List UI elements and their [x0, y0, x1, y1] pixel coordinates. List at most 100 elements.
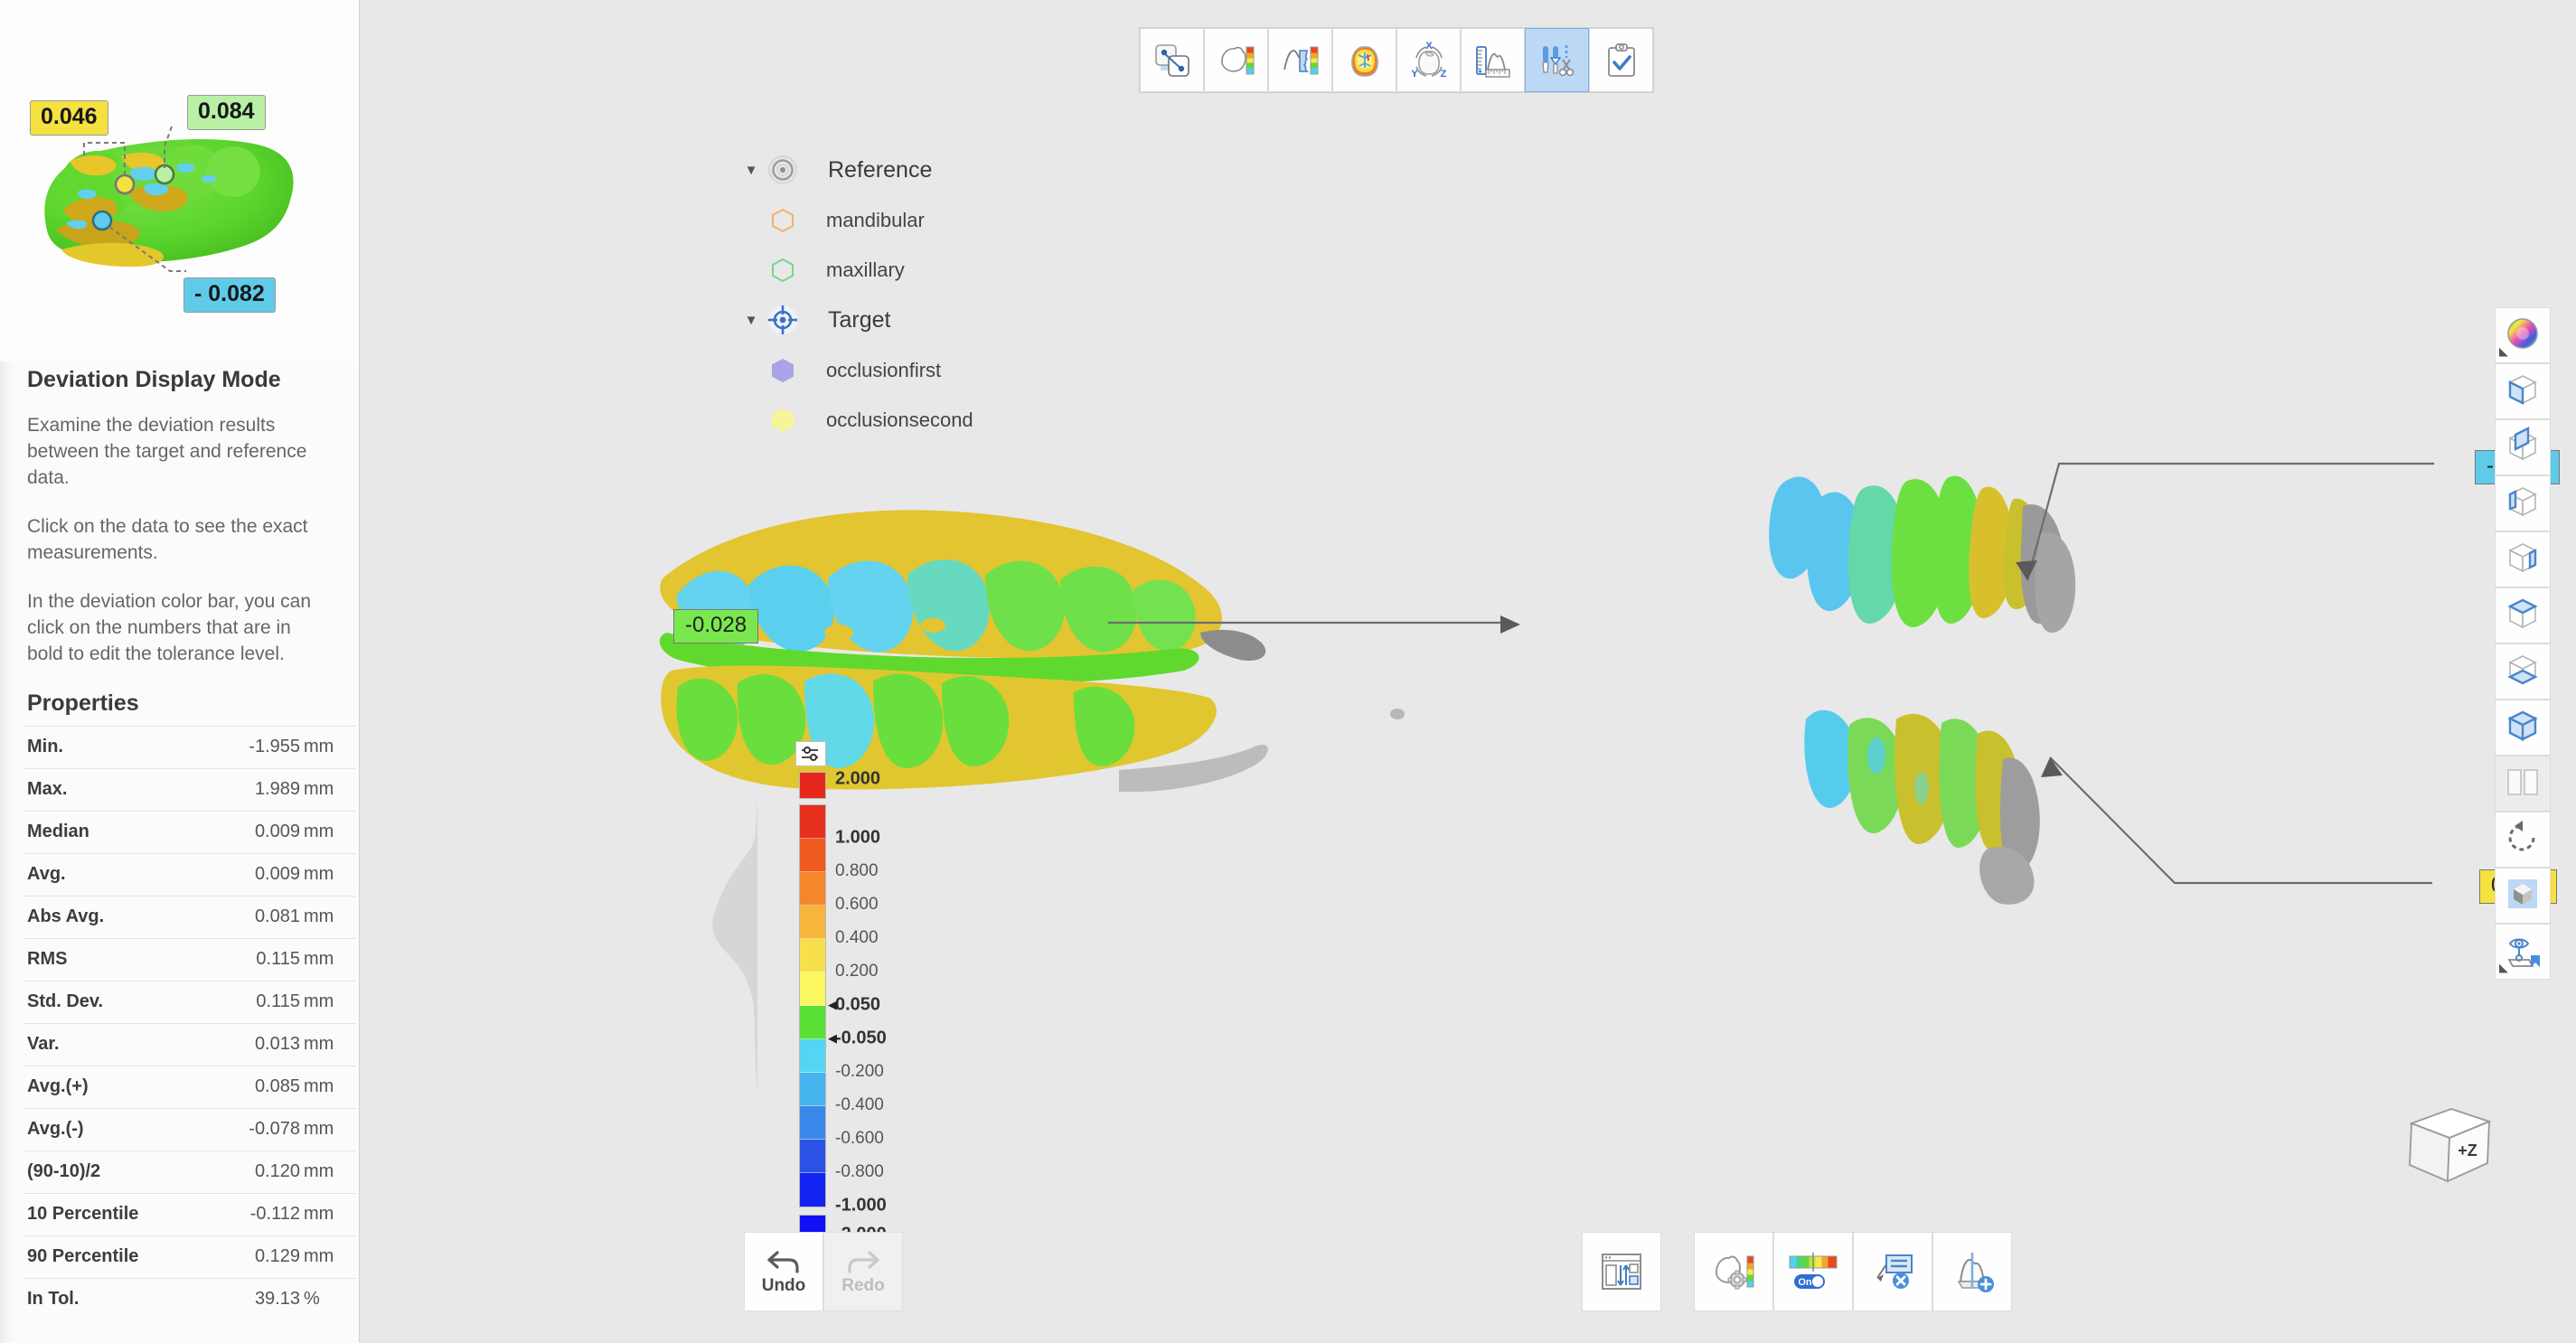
property-unit: mm — [304, 906, 334, 927]
redo-button: Redo — [823, 1232, 903, 1311]
split-view-icon-button — [2495, 756, 2551, 812]
view-right-icon-button[interactable] — [2495, 531, 2551, 587]
redo-label: Redo — [841, 1276, 885, 1295]
property-value: 1.989 mm — [196, 768, 357, 811]
colorbar-toggle-icon-button[interactable]: On — [1773, 1232, 1853, 1311]
color-wheel-icon-button[interactable] — [2495, 307, 2551, 363]
colorbar-segment[interactable] — [800, 1106, 825, 1140]
deviation-preview-panel[interactable]: 0.046 0.084 - 0.082 — [0, 0, 359, 362]
remove-annotation-icon-button[interactable] — [1853, 1232, 1932, 1311]
property-value: 0.129 mm — [196, 1235, 357, 1278]
reset-view-icon-button[interactable] — [2495, 812, 2551, 868]
svg-text:On: On — [1798, 1277, 1812, 1288]
property-unit: mm — [304, 1204, 334, 1225]
property-value: 0.013 mm — [196, 1023, 357, 1066]
property-unit: mm — [304, 864, 334, 885]
colorbar-label--0_400: -0.400 — [835, 1095, 884, 1114]
colorbar-segment[interactable] — [800, 1140, 825, 1173]
preview-tag-1[interactable]: 0.084 — [187, 95, 266, 130]
property-unit: mm — [304, 779, 334, 800]
view-bottom-icon-button[interactable] — [2495, 643, 2551, 700]
property-key: Avg.(-) — [27, 1119, 84, 1140]
colorbar-label--0_200: -0.200 — [835, 1062, 884, 1081]
property-row: Avg.(-) -0.078 mm — [24, 1108, 356, 1150]
property-row: Var. 0.013 mm — [24, 1023, 356, 1066]
colorbar-label-1_000[interactable]: 1.000 — [835, 828, 880, 849]
property-key: Abs Avg. — [27, 906, 105, 927]
preview-tag-2[interactable]: - 0.082 — [183, 277, 276, 313]
view-left-icon-button[interactable] — [2495, 475, 2551, 531]
colorbar-settings-icon-button[interactable] — [795, 741, 826, 766]
property-unit: mm — [304, 1246, 334, 1267]
left-sidebar: 0.046 0.084 - 0.082 Deviation Display Mo… — [0, 0, 360, 1343]
property-value: 0.009 mm — [196, 853, 357, 896]
colorbar-segment[interactable] — [800, 939, 825, 972]
leader-arrow-left — [1500, 615, 1520, 634]
property-key: (90-10)/2 — [27, 1161, 101, 1182]
shaded-cube-icon — [2503, 874, 2543, 918]
colorbar-segment[interactable] — [800, 972, 825, 1006]
property-row: Median 0.009 mm — [24, 811, 356, 853]
colorbar-label-max[interactable]: 2.000 — [835, 769, 880, 790]
layout-swap-icon-button[interactable] — [1582, 1232, 1661, 1311]
navigation-cube[interactable]: +Z — [2395, 1094, 2504, 1198]
colorbar-label--1_000[interactable]: -1.000 — [835, 1196, 887, 1216]
navigation-cube-icon: +Z — [2409, 1108, 2492, 1183]
colorbar-segment[interactable] — [800, 805, 825, 839]
property-unit: % — [304, 1289, 320, 1310]
shaded-cube-icon-button[interactable] — [2495, 868, 2551, 924]
layout-swap-icon — [1602, 1254, 1641, 1290]
colorbar-toggle-icon: On — [1789, 1253, 1838, 1289]
property-key: Avg.(+) — [27, 1076, 89, 1097]
colorbar-label-0_600: 0.600 — [835, 895, 879, 914]
view-front-icon — [2503, 370, 2543, 414]
property-row: In Tol. 39.13% — [24, 1278, 356, 1320]
property-row: Max. 1.989 mm — [24, 768, 356, 811]
remove-annotation-icon — [1876, 1254, 1913, 1289]
colorbar-segment[interactable] — [800, 1039, 825, 1073]
colorbar-label--0_050[interactable]: -0.050 — [835, 1028, 887, 1049]
property-row: Std. Dev. 0.115 mm — [24, 981, 356, 1023]
colorbar-top-cap[interactable] — [799, 772, 826, 799]
view-top-icon-button[interactable] — [2495, 587, 2551, 643]
colorbar-segment[interactable] — [800, 906, 825, 939]
view-left-icon — [2503, 482, 2543, 526]
property-row: 10 Percentile -0.112 mm — [24, 1193, 356, 1235]
property-row: Abs Avg. 0.081 mm — [24, 896, 356, 938]
model-right-arch — [1769, 475, 2076, 905]
property-key: Max. — [27, 779, 68, 800]
3d-scene[interactable] — [360, 0, 2576, 1343]
colorbar-label-0_050[interactable]: 0.050 — [835, 995, 880, 1016]
callout-left-lower[interactable]: -0.028 — [673, 609, 759, 643]
view-bookmark-icon-button[interactable] — [2495, 924, 2551, 980]
colorbar-segment[interactable] — [800, 839, 825, 872]
colorbar-segment[interactable] — [800, 1006, 825, 1039]
view-iso-icon-button[interactable] — [2495, 700, 2551, 756]
model-settings-icon-button[interactable] — [1694, 1232, 1773, 1311]
colorbar-segment[interactable] — [800, 872, 825, 906]
colorbar-gradient[interactable] — [799, 804, 826, 1207]
mode-description-line-3: In the deviation color bar, you can clic… — [27, 590, 312, 664]
model-left-arch — [659, 510, 1405, 793]
add-section-icon-button[interactable] — [1932, 1232, 2012, 1311]
property-unit: mm — [304, 949, 334, 970]
property-value: -0.112 mm — [196, 1193, 357, 1235]
view-back-icon-button[interactable] — [2495, 419, 2551, 475]
viewport-area[interactable]: X Y Z ▼ Reference mandibular maxillary ▼… — [360, 0, 2576, 1343]
history-controls: Undo Redo — [744, 1232, 903, 1311]
preview-tag-0[interactable]: 0.046 — [30, 100, 108, 136]
mode-description-line-2: Click on the data to see the exact measu… — [27, 515, 308, 563]
property-value: 0.081 mm — [196, 896, 357, 938]
colorbar-label-0_400: 0.400 — [835, 928, 879, 947]
undo-button[interactable]: Undo — [744, 1232, 823, 1311]
colorbar-label-0_200: 0.200 — [835, 962, 879, 981]
colorbar-segment[interactable] — [800, 1173, 825, 1207]
reset-view-icon — [2503, 818, 2543, 862]
property-value: 0.120 mm — [196, 1150, 357, 1193]
view-front-icon-button[interactable] — [2495, 363, 2551, 419]
colorbar-segment[interactable] — [800, 1073, 825, 1106]
property-unit: mm — [304, 1119, 334, 1140]
property-row: Min. -1.955 mm — [24, 726, 356, 768]
property-row: Avg. 0.009 mm — [24, 853, 356, 896]
model-settings-icon — [1715, 1255, 1754, 1290]
